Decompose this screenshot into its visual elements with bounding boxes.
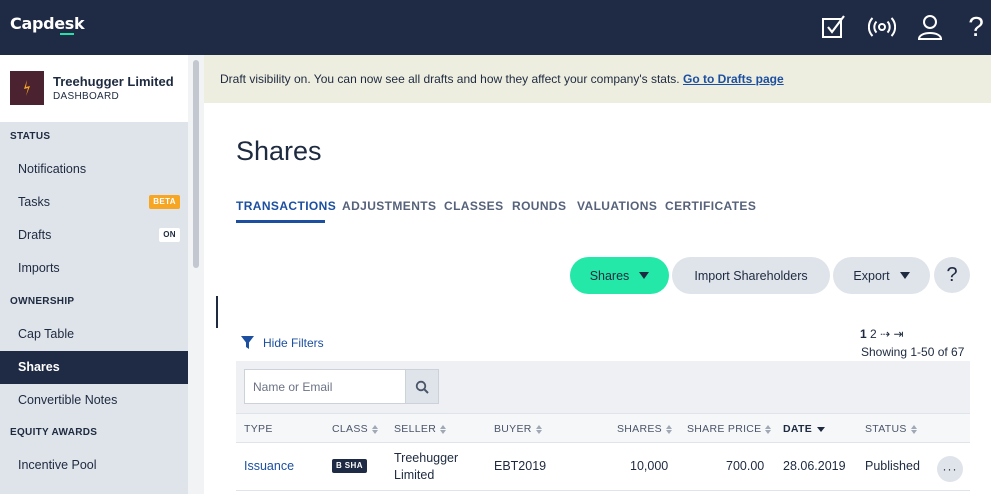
tab-transactions[interactable]: TRANSACTIONS [236, 199, 336, 213]
company-subtitle: DASHBOARD [53, 91, 120, 102]
sidebar-nav: STATUS Notifications Tasks BETA Drafts ON … [0, 122, 188, 494]
sidebar-item-convertible-notes[interactable]: Convertible Notes [0, 384, 188, 417]
tab-valuations[interactable]: VALUATIONS [577, 199, 657, 213]
column-header-share-price[interactable]: SHARE PRICE [687, 423, 772, 435]
filter-icon [241, 336, 254, 349]
sidebar-item-tasks[interactable]: Tasks BETA [0, 186, 188, 219]
status-text: Published [865, 459, 920, 473]
column-header-date[interactable]: DATE [783, 423, 826, 435]
export-dropdown-button[interactable]: Export [833, 257, 930, 294]
transaction-date: 28.06.2019 [783, 459, 846, 473]
column-header-buyer[interactable]: BUYER [494, 423, 542, 435]
name-email-search-input[interactable] [244, 369, 405, 404]
broadcast-icon[interactable] [865, 10, 899, 44]
shares-count: 10,000 [630, 459, 669, 473]
last-page-arrow-icon[interactable]: ⇥ [893, 327, 903, 341]
search-button[interactable] [405, 369, 439, 404]
sidebar-item-notifications[interactable]: Notifications [0, 153, 188, 186]
sidebar-item-shares[interactable]: Shares [0, 351, 188, 384]
hide-filters-toggle[interactable]: Hide Filters [240, 335, 324, 350]
sort-icon [371, 424, 378, 434]
sidebar-item-drafts[interactable]: Drafts ON [0, 219, 188, 252]
row-more-options-button[interactable]: ··· [937, 456, 963, 482]
user-icon[interactable] [913, 10, 947, 44]
company-logo [10, 71, 44, 105]
share-class-badge: B SHA [332, 459, 367, 473]
tab-certificates[interactable]: CERTIFICATES [665, 199, 756, 213]
banner-text: Draft visibility on. You can now see all… [220, 72, 784, 86]
app-logo[interactable]: Capdesk [10, 14, 85, 33]
nav-section-equity-awards: EQUITY AWARDS [10, 427, 98, 438]
active-tab-indicator [236, 220, 325, 223]
draft-banner: Draft visibility on. You can now see all… [204, 55, 991, 103]
beta-badge: BETA [149, 195, 180, 209]
buyer-name: EBT2019 [494, 459, 547, 473]
sidebar-scroll-thumb[interactable] [193, 60, 199, 268]
tab-classes[interactable]: CLASSES [444, 199, 503, 213]
drafts-page-link[interactable]: Go to Drafts page [683, 72, 784, 86]
sort-icon [535, 424, 542, 434]
pagination: 1 2 ⇢ ⇥ [860, 327, 904, 341]
nav-section-status: STATUS [10, 131, 51, 142]
logo-accent [60, 33, 74, 35]
results-count: Showing 1-50 of 67 [861, 345, 965, 359]
drafts-on-badge[interactable]: ON [159, 228, 180, 242]
column-header-type[interactable]: TYPE [244, 423, 273, 435]
seller-name-line2: Limited [394, 468, 435, 482]
seller-name-line1: Treehugger [394, 451, 459, 465]
help-icon[interactable]: ? [962, 10, 990, 44]
caret-down-icon [899, 272, 910, 279]
sidebar: Treehugger Limited DASHBOARD STATUS Noti… [0, 55, 204, 494]
sort-icon [910, 424, 917, 434]
nav-section-ownership: OWNERSHIP [10, 296, 75, 307]
help-button[interactable]: ? [934, 257, 970, 293]
transaction-type-link[interactable]: Issuance [244, 459, 294, 473]
share-price: 700.00 [726, 459, 765, 473]
sort-icon [440, 424, 447, 434]
table-header: TYPE CLASS SELLER BUYER SHARES SHARE PRI… [236, 413, 970, 443]
sort-desc-icon [817, 426, 826, 432]
company-switcher[interactable]: Treehugger Limited DASHBOARD [0, 55, 188, 122]
column-header-seller[interactable]: SELLER [394, 423, 447, 435]
shares-dropdown-button[interactable]: Shares [570, 257, 669, 294]
next-page-arrow-icon[interactable]: ⇢ [880, 327, 890, 341]
page-2-link[interactable]: 2 [870, 327, 877, 341]
company-name: Treehugger Limited [53, 74, 174, 89]
tasks-check-icon[interactable] [816, 10, 850, 44]
search-icon [415, 380, 429, 394]
import-shareholders-button[interactable]: Import Shareholders [672, 257, 830, 294]
sort-icon [765, 424, 772, 434]
top-bar: Capdesk ? [0, 0, 991, 55]
tab-rounds[interactable]: ROUNDS [512, 199, 566, 213]
page-title: Shares [236, 136, 322, 166]
caret-down-icon [639, 272, 650, 279]
tab-adjustments[interactable]: ADJUSTMENTS [342, 199, 436, 213]
page-current: 1 [860, 327, 867, 341]
column-header-shares[interactable]: SHARES [617, 423, 672, 435]
sidebar-item-imports[interactable]: Imports [0, 252, 188, 285]
sidebar-item-cap-table[interactable]: Cap Table [0, 318, 188, 351]
sidebar-item-incentive-pool[interactable]: Incentive Pool [0, 449, 188, 482]
sort-icon [665, 424, 672, 434]
text-cursor [216, 296, 218, 328]
column-header-status[interactable]: STATUS [865, 423, 917, 435]
table-row[interactable]: Issuance B SHA Treehugger Limited EBT201… [236, 443, 970, 491]
column-header-class[interactable]: CLASS [332, 423, 378, 435]
